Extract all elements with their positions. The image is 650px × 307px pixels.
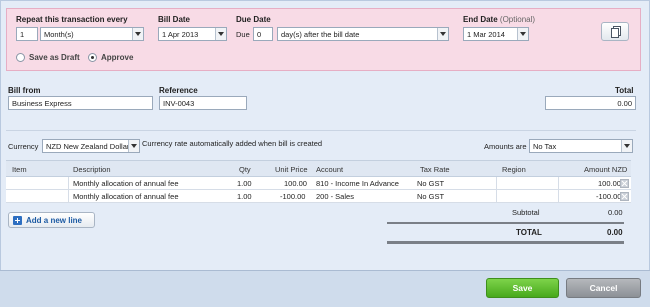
end-date-label-text: End Date xyxy=(463,15,498,24)
cell-tax-rate[interactable]: No GST xyxy=(417,192,444,201)
repeat-unit-select[interactable]: Month(s) xyxy=(40,27,144,41)
end-date-optional: (Optional) xyxy=(499,15,536,24)
chevron-down-icon xyxy=(437,28,448,40)
currency-value: NZD New Zealand Dollar xyxy=(46,142,130,151)
cell-divider xyxy=(68,177,69,190)
reference-input[interactable]: INV-0043 xyxy=(159,96,247,110)
save-button[interactable]: Save xyxy=(486,278,559,298)
totals-double-divider xyxy=(387,241,624,244)
end-date-label: End Date (Optional) xyxy=(463,15,535,24)
total-label: Total xyxy=(615,86,634,95)
currency-label: Currency xyxy=(8,142,39,151)
column-header-tax-rate: Tax Rate xyxy=(420,165,450,174)
due-rule-value: day(s) after the bill date xyxy=(281,30,360,39)
bill-date-value: 1 Apr 2013 xyxy=(162,30,199,39)
totals-divider xyxy=(387,222,624,224)
line-items-header: Item Description Qty Unit Price Account … xyxy=(6,160,631,177)
repeat-count-input[interactable]: 1 xyxy=(16,27,38,41)
bill-date-label: Bill Date xyxy=(158,15,191,24)
due-prefix: Due xyxy=(236,30,250,39)
column-header-account: Account xyxy=(316,165,344,174)
cell-qty[interactable]: 1.00 xyxy=(237,192,252,201)
amounts-are-select[interactable]: No Tax xyxy=(529,139,633,153)
due-days-input[interactable]: 0 xyxy=(253,27,273,41)
add-new-line-label: Add a new line xyxy=(26,216,83,225)
table-row[interactable]: Monthly allocation of annual fee 1.00 10… xyxy=(6,177,631,190)
end-date-value: 1 Mar 2014 xyxy=(467,30,505,39)
cell-description[interactable]: Monthly allocation of annual fee xyxy=(73,192,179,201)
cell-unit-price[interactable]: 100.00 xyxy=(284,179,307,188)
total-field: 0.00 xyxy=(545,96,636,110)
add-new-line-button[interactable]: Add a new line xyxy=(8,212,95,228)
column-header-unit-price: Unit Price xyxy=(275,165,308,174)
amounts-are-value: No Tax xyxy=(533,142,557,151)
cell-qty[interactable]: 1.00 xyxy=(237,179,252,188)
cell-amount: -100.00 xyxy=(596,192,622,201)
chevron-down-icon xyxy=(215,28,226,40)
bill-date-picker[interactable]: 1 Apr 2013 xyxy=(158,27,227,41)
column-header-item: Item xyxy=(12,165,27,174)
delete-row-icon[interactable] xyxy=(620,179,629,188)
save-as-draft-label: Save as Draft xyxy=(29,53,80,62)
copy-button[interactable] xyxy=(601,22,629,41)
approve-radio[interactable] xyxy=(88,53,97,62)
divider xyxy=(6,130,636,131)
reference-label: Reference xyxy=(159,86,198,95)
save-as-draft-radio[interactable] xyxy=(16,53,25,62)
due-rule-select[interactable]: day(s) after the bill date xyxy=(277,27,449,41)
column-header-region: Region xyxy=(502,165,526,174)
total-label-summary: TOTAL xyxy=(516,228,542,237)
cell-description[interactable]: Monthly allocation of annual fee xyxy=(73,179,179,188)
bill-from-input[interactable]: Business Express xyxy=(8,96,153,110)
cell-divider xyxy=(558,190,559,203)
chevron-down-icon xyxy=(128,140,139,152)
column-header-qty: Qty xyxy=(239,165,251,174)
currency-select[interactable]: NZD New Zealand Dollar xyxy=(42,139,140,153)
amounts-are-label: Amounts are xyxy=(484,142,527,151)
bill-from-label: Bill from xyxy=(8,86,41,95)
copy-icon xyxy=(611,26,621,38)
due-date-label: Due Date xyxy=(236,15,271,24)
cell-divider xyxy=(68,190,69,203)
total-value-summary: 0.00 xyxy=(607,228,623,237)
currency-note: Currency rate automatically added when b… xyxy=(142,139,323,148)
cell-unit-price[interactable]: -100.00 xyxy=(280,192,305,201)
chevron-down-icon xyxy=(132,28,143,40)
cell-divider xyxy=(496,177,497,190)
end-date-picker[interactable]: 1 Mar 2014 xyxy=(463,27,529,41)
column-header-description: Description xyxy=(73,165,111,174)
delete-row-icon[interactable] xyxy=(620,192,629,201)
column-header-amount: Amount NZD xyxy=(584,165,628,174)
add-icon xyxy=(13,216,22,225)
cell-divider xyxy=(496,190,497,203)
cell-account[interactable]: 200 - Sales xyxy=(316,192,354,201)
chevron-down-icon xyxy=(517,28,528,40)
repeat-label: Repeat this transaction every xyxy=(16,15,128,24)
cell-divider xyxy=(558,177,559,190)
repeat-unit-value: Month(s) xyxy=(44,30,74,39)
subtotal-value: 0.00 xyxy=(608,208,623,217)
subtotal-label: Subtotal xyxy=(512,208,540,217)
cell-tax-rate[interactable]: No GST xyxy=(417,179,444,188)
chevron-down-icon xyxy=(621,140,632,152)
cell-amount: 100.00 xyxy=(598,179,621,188)
table-row[interactable]: Monthly allocation of annual fee 1.00 -1… xyxy=(6,190,631,203)
cancel-button[interactable]: Cancel xyxy=(566,278,641,298)
cell-account[interactable]: 810 - Income In Advance xyxy=(316,179,399,188)
approve-label: Approve xyxy=(101,53,134,62)
